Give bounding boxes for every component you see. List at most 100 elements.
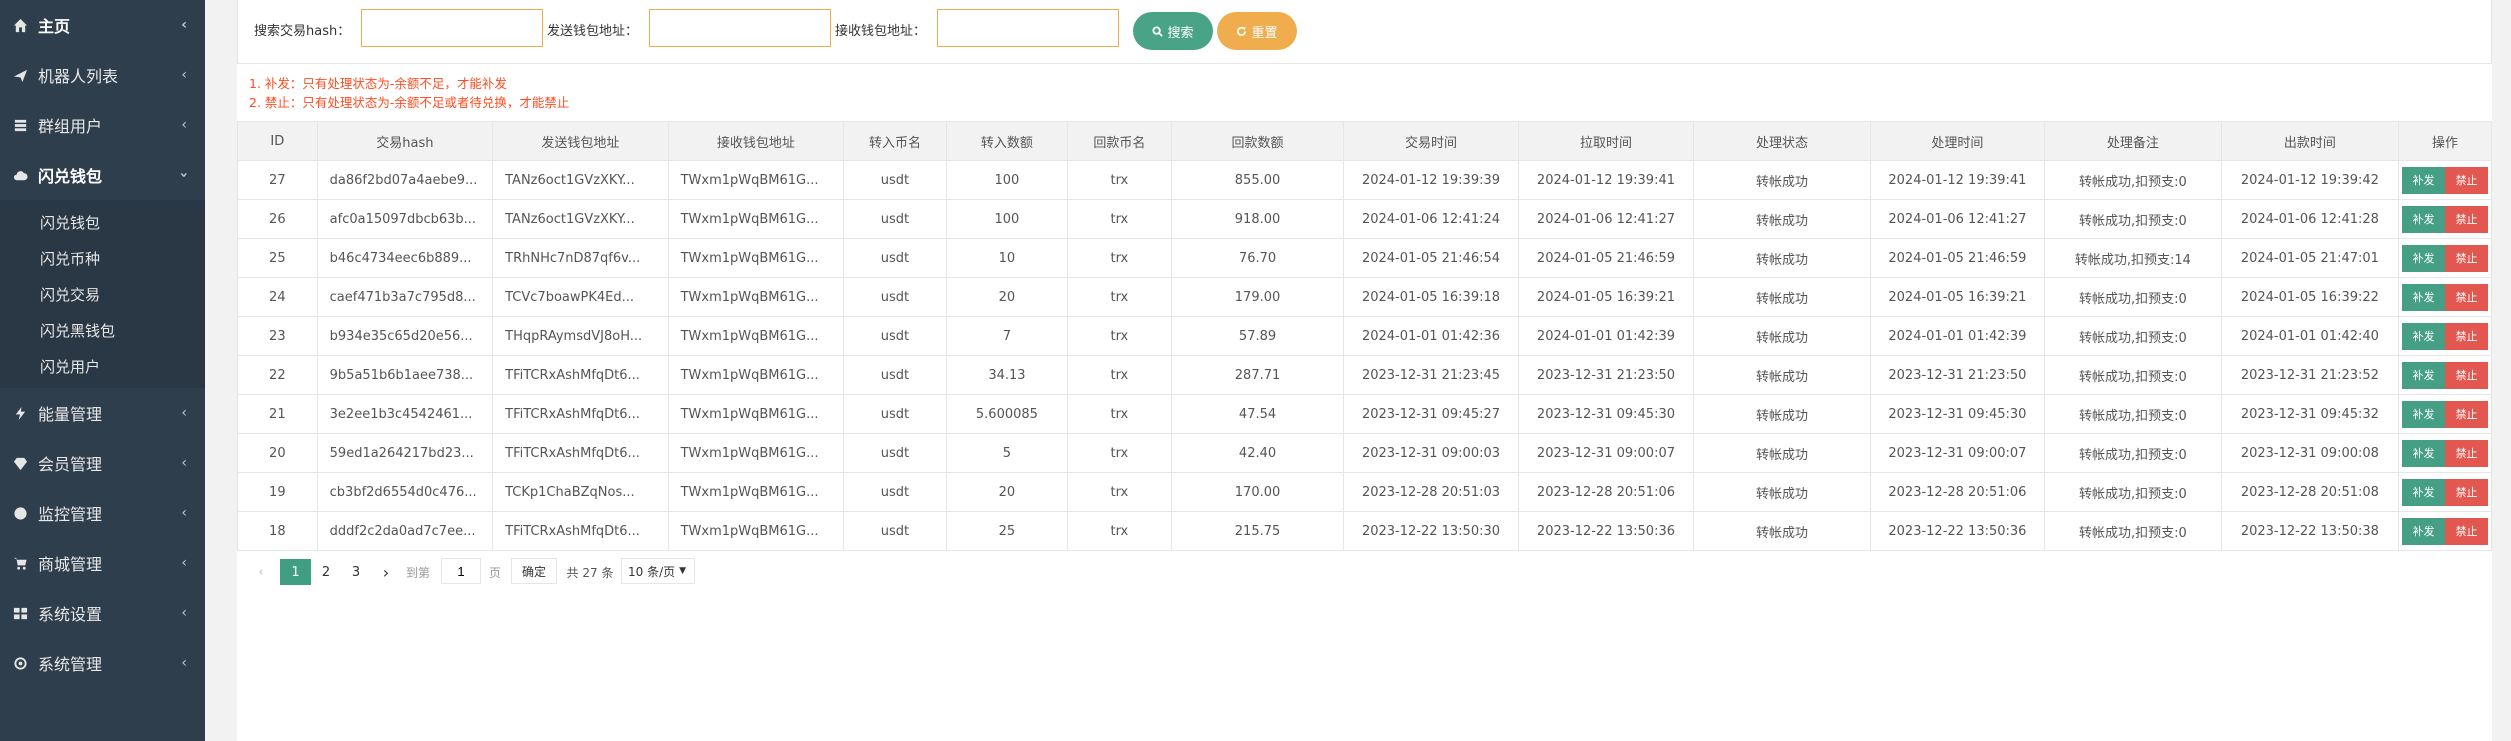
table-cell: 2023-12-31 09:00:08 xyxy=(2220,433,2400,473)
reissue-button[interactable]: 补发 xyxy=(2402,517,2446,545)
reissue-button[interactable]: 补发 xyxy=(2402,244,2446,272)
goto-confirm-button[interactable]: 确定 xyxy=(511,558,557,584)
column-header: 发送钱包地址 xyxy=(492,121,669,161)
table-cell: 2023-12-31 09:00:07 xyxy=(1517,433,1695,473)
sidebar-item-shop[interactable]: 商城管理 ‹ xyxy=(0,538,205,588)
ban-button[interactable]: 禁止 xyxy=(2445,166,2489,194)
table-row: 19 cb3bf2d6554d0c476... TCKp1ChaBZqNos... T… xyxy=(237,472,2492,512)
table-cell: 76.70 xyxy=(1170,238,1345,278)
ban-button[interactable]: 禁止 xyxy=(2445,205,2489,233)
ban-button[interactable]: 禁止 xyxy=(2445,439,2489,467)
chevron-left-icon: ‹ xyxy=(181,117,187,133)
ban-button[interactable]: 禁止 xyxy=(2445,283,2489,311)
reissue-button[interactable]: 补发 xyxy=(2402,322,2446,350)
column-header: 操作 xyxy=(2398,121,2492,161)
sidebar-item-group-users[interactable]: 群组用户 ‹ xyxy=(0,100,205,150)
submenu-item-users[interactable]: 闪兑用户 xyxy=(0,348,205,384)
reissue-button[interactable]: 补发 xyxy=(2402,478,2446,506)
table-cell: 2024-01-01 01:42:40 xyxy=(2220,316,2400,356)
actions-cell: 补发 禁止 xyxy=(2398,511,2492,551)
table-cell: 2024-01-06 12:41:24 xyxy=(1343,199,1519,239)
table-cell: 转帐成功 xyxy=(1693,277,1871,317)
submenu-item-blacklist[interactable]: 闪兑黑钱包 xyxy=(0,312,205,348)
reissue-button[interactable]: 补发 xyxy=(2402,400,2446,428)
table-cell: TWxm1pWqBM61G... xyxy=(667,160,845,200)
page-1-button[interactable]: 1 xyxy=(280,559,311,585)
send-address-input[interactable] xyxy=(649,9,831,47)
table-cell: 3e2ee1b3c4542461... xyxy=(316,394,494,434)
table-cell: trx xyxy=(1066,277,1172,317)
note-reissue: 1. 补发：只有处理状态为-余额不足，才能补发 xyxy=(249,76,507,91)
submenu-item-wallet[interactable]: 闪兑钱包 xyxy=(0,204,205,240)
table-cell: 179.00 xyxy=(1170,277,1345,317)
table-cell: 2024-01-12 19:39:39 xyxy=(1343,160,1519,200)
table-cell: usdt xyxy=(843,316,947,356)
next-page-button[interactable]: › xyxy=(371,559,401,585)
sidebar-item-settings[interactable]: 系统设置 ‹ xyxy=(0,588,205,638)
submenu-item-transactions[interactable]: 闪兑交易 xyxy=(0,276,205,312)
cloud-icon xyxy=(10,165,30,185)
table-cell: 2023-12-31 09:45:32 xyxy=(2220,394,2400,434)
ban-button[interactable]: 禁止 xyxy=(2445,517,2489,545)
search-button[interactable]: 搜索 xyxy=(1133,12,1213,50)
table-cell: 27 xyxy=(237,160,318,200)
sidebar-item-home[interactable]: 主页 ‹ xyxy=(0,0,205,50)
reset-button[interactable]: 重置 xyxy=(1217,12,1297,50)
chevron-left-icon: ‹ xyxy=(181,455,187,471)
sidebar-item-flash-wallet[interactable]: 闪兑钱包 ‹ xyxy=(0,150,205,200)
sidebar-item-energy[interactable]: 能量管理 ‹ xyxy=(0,388,205,438)
table-cell: TWxm1pWqBM61G... xyxy=(667,277,845,317)
prev-page-button[interactable]: ‹ xyxy=(251,559,271,585)
goto-page-input[interactable] xyxy=(441,558,481,584)
reissue-button[interactable]: 补发 xyxy=(2402,361,2446,389)
table-cell: TRhNHc7nD87qf6v... xyxy=(492,238,669,278)
recv-address-input[interactable] xyxy=(937,9,1119,47)
table-cell: 转帐成功,扣预支:14 xyxy=(2044,238,2222,278)
table-cell: 918.00 xyxy=(1170,199,1345,239)
actions-cell: 补发 禁止 xyxy=(2398,394,2492,434)
sidebar-item-system[interactable]: 系统管理 ‹ xyxy=(0,638,205,688)
table-cell: TWxm1pWqBM61G... xyxy=(667,199,845,239)
reissue-button[interactable]: 补发 xyxy=(2402,205,2446,233)
table-cell: 10 xyxy=(945,238,1068,278)
submenu-item-currency[interactable]: 闪兑币种 xyxy=(0,240,205,276)
table-cell: 2023-12-28 20:51:06 xyxy=(1517,472,1695,512)
main-area: 搜索交易hash： 发送钱包地址： 接收钱包地址： 搜索 重置 1. 补发：只有… xyxy=(205,0,2511,741)
table-cell: 转帐成功 xyxy=(1693,472,1871,512)
sidebar-item-members[interactable]: 会员管理 ‹ xyxy=(0,438,205,488)
reissue-button[interactable]: 补发 xyxy=(2402,439,2446,467)
table-cell: 9b5a51b6b1aee738... xyxy=(316,355,494,395)
ban-button[interactable]: 禁止 xyxy=(2445,244,2489,272)
page-3-button[interactable]: 3 xyxy=(341,559,371,585)
reissue-button[interactable]: 补发 xyxy=(2402,283,2446,311)
page-2-button[interactable]: 2 xyxy=(311,559,341,585)
table-cell: 2023-12-31 09:00:07 xyxy=(1869,433,2046,473)
table-cell: usdt xyxy=(843,433,947,473)
cart-icon xyxy=(10,553,30,573)
ban-button[interactable]: 禁止 xyxy=(2445,478,2489,506)
table-cell: usdt xyxy=(843,160,947,200)
sidebar-item-label: 闪兑钱包 xyxy=(38,167,103,186)
reissue-button[interactable]: 补发 xyxy=(2402,166,2446,194)
sidebar-item-monitor[interactable]: 监控管理 ‹ xyxy=(0,488,205,538)
table-cell: TFiTCRxAshMfqDt6... xyxy=(492,355,669,395)
robot-icon xyxy=(10,65,30,85)
sidebar-item-label: 系统管理 xyxy=(38,655,103,674)
column-header: 回款币名 xyxy=(1066,121,1172,161)
ban-button[interactable]: 禁止 xyxy=(2445,322,2489,350)
goto-label: 到第 xyxy=(405,565,430,580)
per-page-select[interactable]: 10 条/页 ▼ xyxy=(621,558,695,584)
table-row: 27 da86f2bd07a4aebe9... TANz6oct1GVzXKY...… xyxy=(237,160,2492,200)
hash-search-input[interactable] xyxy=(361,9,543,47)
ban-button[interactable]: 禁止 xyxy=(2445,361,2489,389)
table-cell: 2024-01-05 16:39:22 xyxy=(2220,277,2400,317)
sidebar-item-robots[interactable]: 机器人列表 ‹ xyxy=(0,50,205,100)
table-cell: usdt xyxy=(843,277,947,317)
sidebar-item-label: 能量管理 xyxy=(38,405,103,424)
table-cell: 2024-01-06 12:41:27 xyxy=(1869,199,2046,239)
table-cell: 2024-01-12 19:39:41 xyxy=(1517,160,1695,200)
pagination: ‹ 1 2 3 › 到第 页 确定 共 27 条 10 条/页 ▼ xyxy=(237,555,837,589)
reset-button-label: 重置 xyxy=(1251,25,1278,41)
ban-button[interactable]: 禁止 xyxy=(2445,400,2489,428)
table-cell: TWxm1pWqBM61G... xyxy=(667,433,845,473)
